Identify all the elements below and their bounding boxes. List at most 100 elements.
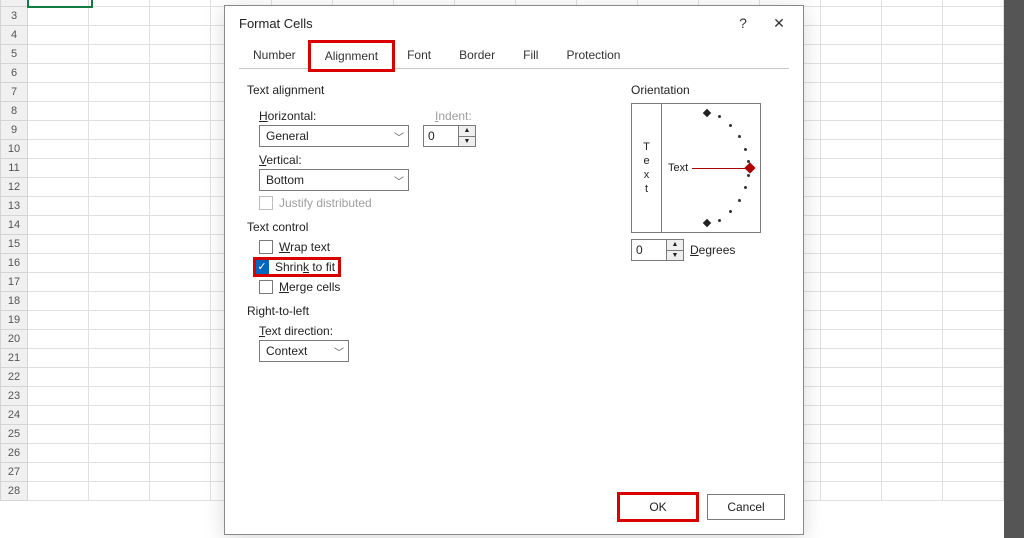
row-headers: 2345678910111213141516171819202122232425… [0,0,28,501]
orientation-vertical-text[interactable]: T e x t [632,104,662,232]
checkbox-justify-distributed: Justify distributed [259,196,611,210]
right-dark-strip [1004,0,1024,538]
label-degrees: Degrees [690,243,735,257]
checkbox-wrap-text[interactable]: Wrap text [259,240,611,254]
orientation-line [692,168,748,169]
dot-icon [729,210,732,213]
tab-alignment[interactable]: Alignment [310,42,393,70]
combo-text-direction-value: Context [266,344,334,358]
spinner-indent-value: 0 [424,129,458,143]
dot-icon [747,160,750,163]
label-justify-distributed: Justify distributed [279,196,372,210]
format-cells-dialog: Format Cells ? ✕ Number Alignment Font B… [224,5,804,535]
row-header[interactable]: 14 [0,216,28,235]
close-icon: ✕ [773,15,785,32]
help-button[interactable]: ? [725,8,761,38]
tab-protection[interactable]: Protection [552,42,634,69]
row-header[interactable]: 25 [0,425,28,444]
orientation-dial[interactable]: Text [662,104,760,232]
cancel-button[interactable]: Cancel [707,494,785,520]
row-header[interactable]: 5 [0,45,28,64]
selected-cell-outline [27,0,93,8]
row-header[interactable]: 22 [0,368,28,387]
label-indent: Indent: [435,109,476,123]
combo-text-direction[interactable]: Context ﹀ [259,340,349,362]
row-header[interactable]: 3 [0,7,28,26]
checkbox-icon [259,240,273,254]
row-header[interactable]: 16 [0,254,28,273]
chevron-down-icon: ﹀ [394,173,404,188]
row-header[interactable]: 15 [0,235,28,254]
row-header[interactable]: 19 [0,311,28,330]
spin-down-icon[interactable]: ▼ [667,250,683,260]
label-horizontal: Horizontal: [259,109,409,123]
spinner-degrees-value: 0 [632,243,666,257]
tab-border[interactable]: Border [445,42,509,69]
row-header[interactable]: 18 [0,292,28,311]
spinner-indent[interactable]: 0 ▲ ▼ [423,125,476,147]
row-header[interactable]: 28 [0,482,28,501]
help-icon: ? [739,15,747,31]
row-header[interactable]: 23 [0,387,28,406]
checkbox-icon [259,280,273,294]
section-orientation: Orientation [631,83,781,97]
chevron-down-icon: ﹀ [394,129,404,144]
row-header[interactable]: 6 [0,64,28,83]
combo-horizontal-value: General [266,129,394,143]
section-right-to-left: Right-to-left [247,304,611,318]
row-header[interactable]: 11 [0,159,28,178]
checkbox-checked-icon: ✓ [255,260,269,274]
spin-down-icon[interactable]: ▼ [459,136,475,146]
row-header[interactable]: 2 [0,0,28,7]
tab-font[interactable]: Font [393,42,445,69]
close-button[interactable]: ✕ [761,8,797,38]
label-merge-cells: Merge cells [279,280,340,294]
dot-icon [744,186,747,189]
checkbox-shrink-to-fit[interactable]: ✓ Shrink to fit [255,259,339,275]
row-header[interactable]: 20 [0,330,28,349]
dot-icon [718,219,721,222]
combo-vertical-value: Bottom [266,173,394,187]
dot-icon [729,124,732,127]
orientation-control[interactable]: T e x t Text [631,103,761,233]
dialog-titlebar: Format Cells ? ✕ [225,6,803,40]
row-header[interactable]: 7 [0,83,28,102]
row-header[interactable]: 10 [0,140,28,159]
section-text-alignment: Text alignment [247,83,611,97]
checkbox-merge-cells[interactable]: Merge cells [259,280,611,294]
dot-icon [718,115,721,118]
row-header[interactable]: 17 [0,273,28,292]
dot-icon [738,135,741,138]
label-vertical: Vertical: [259,153,611,167]
checkbox-icon [259,196,273,210]
combo-horizontal[interactable]: General ﹀ [259,125,409,147]
row-header[interactable]: 4 [0,26,28,45]
row-header[interactable]: 24 [0,406,28,425]
spinner-degrees[interactable]: 0 ▲ ▼ [631,239,684,261]
label-wrap-text: Wrap text [279,240,330,254]
combo-vertical[interactable]: Bottom ﹀ [259,169,409,191]
row-header[interactable]: 8 [0,102,28,121]
chevron-down-icon: ﹀ [334,344,344,359]
section-text-control: Text control [247,220,611,234]
row-header[interactable]: 21 [0,349,28,368]
row-header[interactable]: 13 [0,197,28,216]
label-text-direction: Text direction: [259,324,611,338]
tab-fill[interactable]: Fill [509,42,552,69]
row-header[interactable]: 26 [0,444,28,463]
alignment-pane: Text alignment Horizontal: General ﹀ Ind… [225,69,803,372]
dot-icon [747,174,750,177]
tab-number[interactable]: Number [239,42,310,69]
spin-up-icon[interactable]: ▲ [459,126,475,136]
tab-strip: Number Alignment Font Border Fill Protec… [225,40,803,69]
row-header[interactable]: 27 [0,463,28,482]
label-shrink-to-fit: Shrink to fit [275,260,335,274]
diamond-icon [703,109,711,117]
row-header[interactable]: 9 [0,121,28,140]
orientation-handle[interactable] [744,162,755,173]
dot-icon [738,199,741,202]
ok-button[interactable]: OK [619,494,697,520]
orientation-text-label: Text [668,162,688,174]
spin-up-icon[interactable]: ▲ [667,240,683,250]
row-header[interactable]: 12 [0,178,28,197]
